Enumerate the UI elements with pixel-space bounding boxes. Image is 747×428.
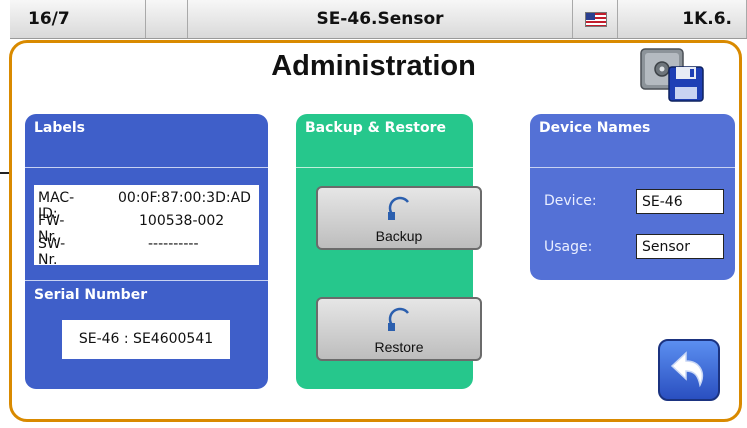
status-code: 1K.6. — [618, 0, 747, 38]
divider — [25, 167, 268, 168]
backup-icon — [388, 196, 409, 220]
usage-input[interactable] — [636, 234, 724, 259]
sw-label: SW-Nr. — [38, 236, 66, 268]
status-bar: 16/7 SE-46.Sensor 1K.6. — [10, 0, 747, 39]
restore-button[interactable]: Restore — [316, 297, 482, 361]
restore-icon — [388, 307, 409, 331]
us-flag-icon[interactable] — [585, 12, 607, 27]
device-label: Device: — [544, 193, 597, 209]
labels-panel-title: Labels — [34, 120, 86, 136]
back-arrow-icon — [670, 351, 704, 388]
page-title: Administration — [271, 50, 476, 82]
divider — [25, 280, 268, 281]
serial-number-value: SE-46 : SE4600541 — [62, 320, 230, 359]
sw-value: ---------- — [148, 236, 199, 252]
status-empty-cell — [146, 0, 188, 38]
device-names-title: Device Names — [539, 120, 651, 136]
device-name-input[interactable] — [636, 189, 724, 214]
usage-label: Usage: — [544, 239, 593, 255]
language-selector[interactable] — [573, 0, 618, 38]
backup-label: Backup — [375, 228, 423, 244]
backup-panel-title: Backup & Restore — [305, 120, 446, 136]
device-info-box: MAC-ID: 00:0F:87:00:3D:AD FW-Nr. 100538-… — [34, 185, 259, 268]
divider — [530, 167, 735, 168]
serial-number-title: Serial Number — [34, 287, 148, 303]
device-names-panel: Device Names Device: Usage: — [530, 114, 735, 280]
safe-save-icon[interactable] — [639, 43, 705, 105]
back-button[interactable] — [658, 339, 720, 401]
mac-value: 00:0F:87:00:3D:AD — [118, 190, 251, 206]
backup-restore-panel: Backup & Restore Backup Restore — [296, 114, 482, 389]
status-date: 16/7 — [10, 0, 146, 38]
restore-label: Restore — [374, 339, 424, 355]
divider — [296, 167, 473, 168]
fw-value: 100538-002 — [139, 213, 225, 229]
status-device-title: SE-46.Sensor — [188, 0, 573, 38]
backup-button[interactable]: Backup — [316, 186, 482, 250]
labels-panel: Labels MAC-ID: 00:0F:87:00:3D:AD FW-Nr. … — [25, 114, 268, 389]
